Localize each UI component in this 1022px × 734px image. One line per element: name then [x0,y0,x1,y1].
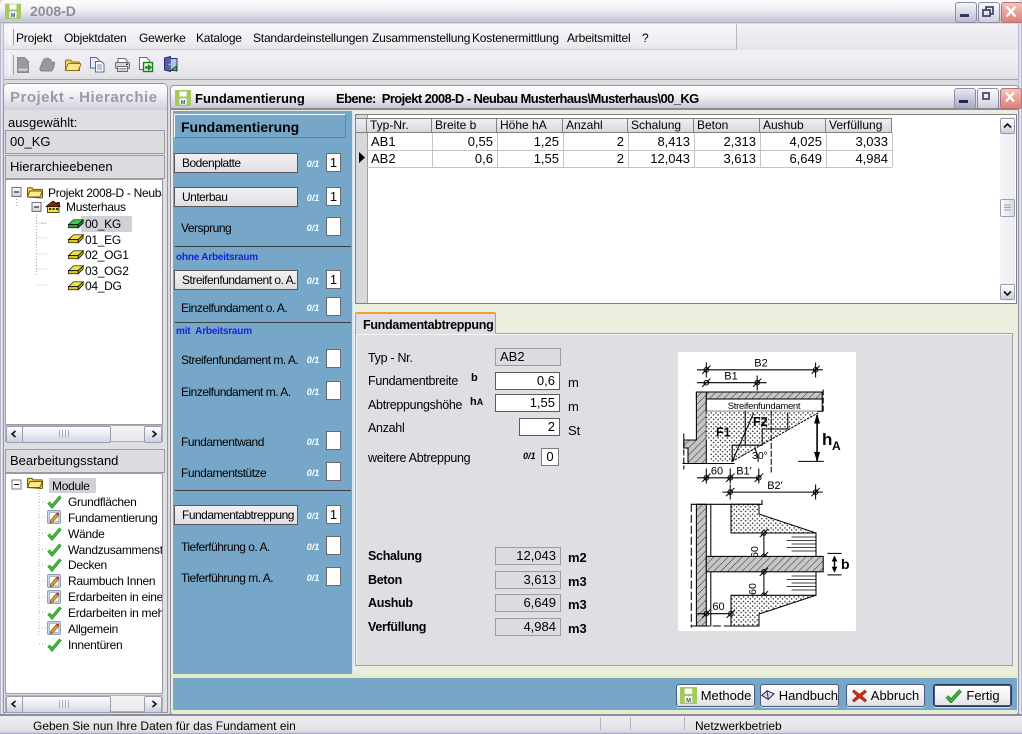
svg-text:A: A [832,439,841,453]
svg-text:60: 60 [747,583,759,595]
svg-text:60: 60 [712,601,724,613]
svg-text:F1: F1 [716,426,731,440]
svg-text:B1: B1 [724,371,737,383]
svg-text:M: M [686,698,691,704]
svg-text:B2': B2' [767,480,783,492]
svg-text:h: h [822,430,832,449]
svg-text:B2: B2 [754,358,767,370]
svg-text:M: M [11,13,16,19]
svg-text:Streifenfundament: Streifenfundament [728,401,801,412]
svg-text:M: M [181,100,186,106]
svg-text:b: b [841,556,850,572]
svg-text:F2: F2 [753,415,768,429]
svg-text:60: 60 [711,466,723,478]
svg-text:B1': B1' [736,466,752,478]
svg-text:30°: 30° [752,450,768,462]
